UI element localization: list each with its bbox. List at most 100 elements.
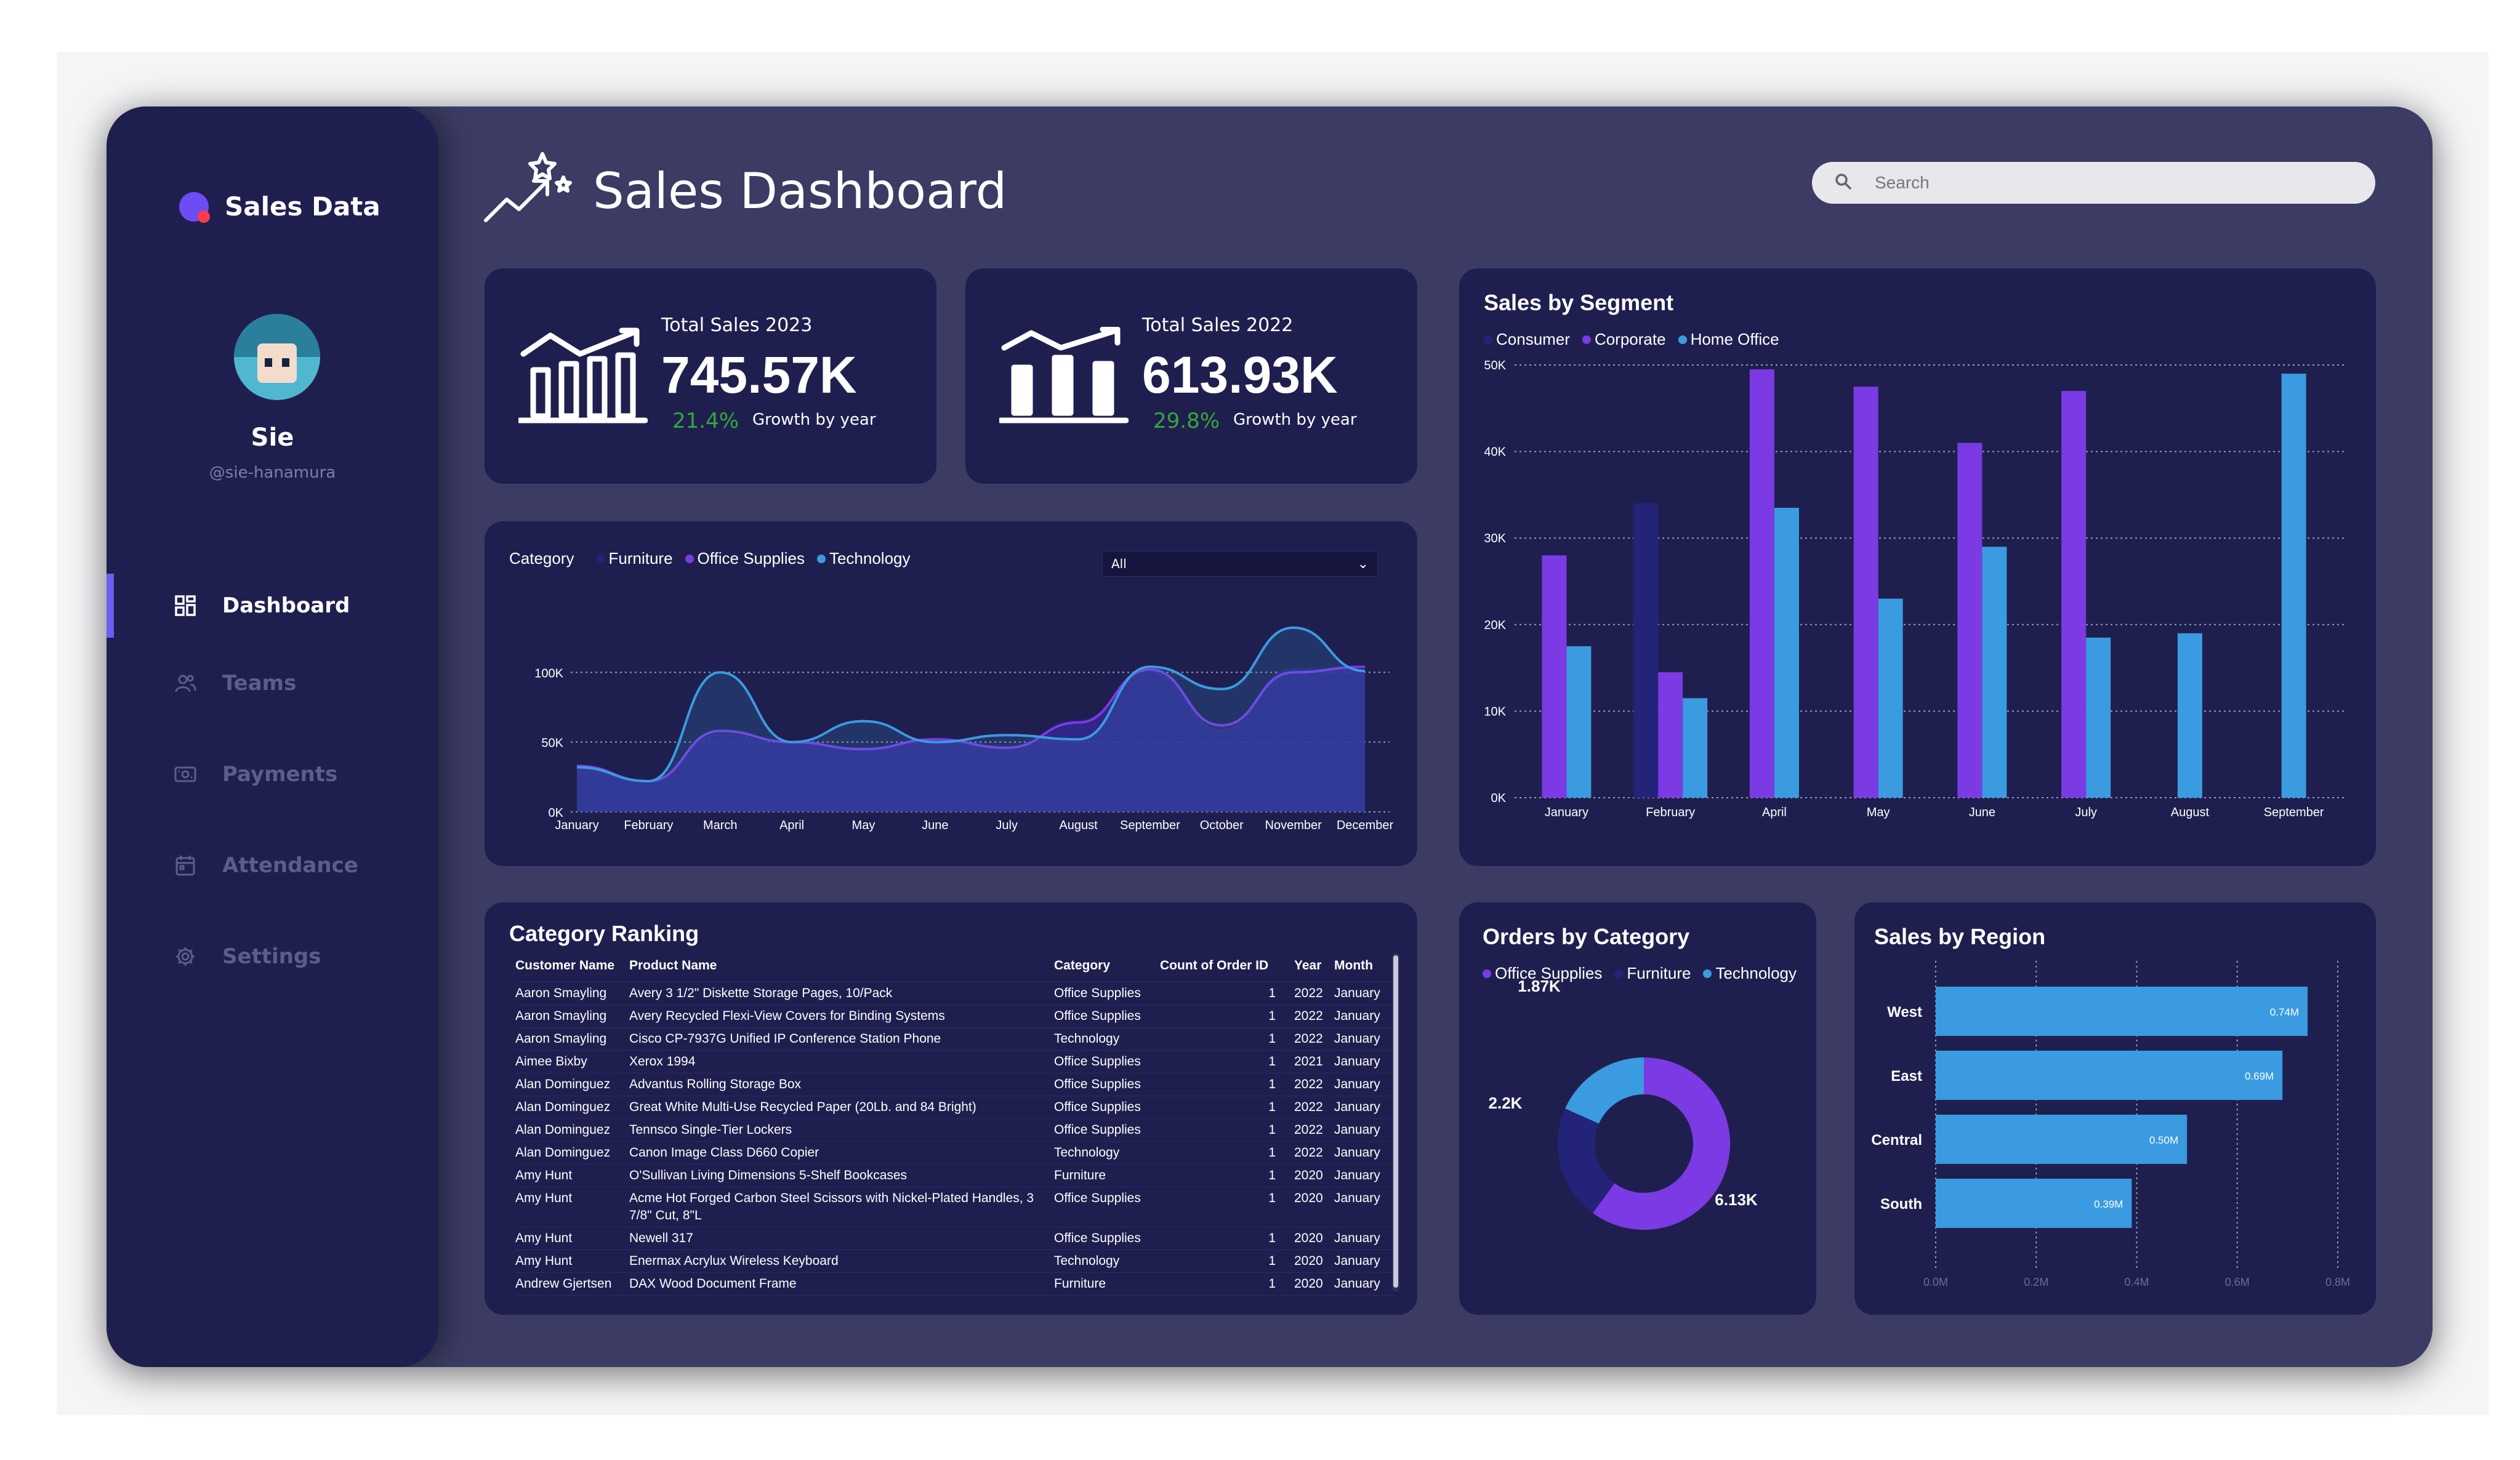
scrollbar-thumb[interactable] [1393,955,1398,1288]
table-row[interactable]: Alan Dominguez Great White Multi-Use Recy… [515,1096,1396,1119]
x-tick-label: 0.8M [2325,1276,2350,1288]
bar-home-office [2281,374,2306,798]
table-row[interactable]: Amy Hunt Acme Hot Forged Carbon Steel Sci… [515,1187,1396,1227]
table-cell: 1 [1268,986,1276,1000]
table-row[interactable]: Andrew Gjertsen DAX Wood Document Frame Fu… [515,1272,1396,1296]
table-cell: January [1334,1168,1380,1182]
table-cell: January [1334,1231,1380,1245]
x-tick-label: December [1337,819,1394,832]
table-row[interactable]: Amy Hunt O'Sullivan Living Dimensions 5-S… [515,1164,1396,1187]
table-cell: Amy Hunt [515,1254,573,1268]
orders-chart-card: Orders by Category Office Supplies Furni… [1459,902,1816,1315]
table-row[interactable]: Andy ReiterOffice Star Flex Back Scooter… [515,1295,1396,1300]
table-cell: 2022 [1294,986,1323,1000]
sidebar-item-dashboard[interactable]: Dashboard [107,547,438,638]
table-cell: Alan Dominguez [515,1123,611,1137]
table-cell: Office Star Flex Back Scooter Chair with… [629,1296,1054,1300]
page-title: Sales Dashboard [593,162,1007,220]
bar-home-office [2177,633,2202,798]
table-cell: Aaron Smayling [515,986,607,1000]
brand[interactable]: Sales Data [179,191,380,223]
donut-slice-technology [1565,1057,1644,1124]
table-cell: January [1334,1100,1380,1114]
table-row[interactable]: Aaron Smayling Avery Recycled Flexi-View … [515,1005,1396,1028]
table-cell: Office Supplies [1054,986,1141,1000]
sidebar-item-payments[interactable]: Payments [107,729,438,820]
table-row[interactable]: Aaron Smayling Cisco CP-7937G Unified IP … [515,1027,1396,1051]
page-header: Sales Dashboard [482,146,1007,235]
table-cell: 2022 [1294,1145,1323,1160]
sidebar-item-teams[interactable]: Teams [107,638,438,729]
table-cell: January [1334,1032,1380,1046]
region-bar [1936,987,2308,1036]
column-header[interactable]: Category [1054,955,1160,982]
region-bar [1936,1051,2283,1100]
column-header[interactable]: Year [1294,955,1334,982]
table-row[interactable]: Alan Dominguez Tennsco Single-Tier Locker… [515,1118,1396,1142]
table-cell: 1 [1268,1032,1276,1046]
segment-bar-plot: 0K 10K 20K 30K 40K 50K January February April May… [1484,359,2346,819]
ranking-table-viewport[interactable]: Customer Name Product Name Category Coun… [515,955,1402,1299]
table-cell: 1 [1160,1296,1294,1300]
x-tick-label: April [779,819,804,832]
user-handle: @sie-hanamura [209,463,336,482]
table-cell: Office Supplies [1054,1054,1141,1069]
y-tick-label: 0K [549,806,564,820]
x-tick-label: February [1646,806,1695,819]
table-cell: Furniture [1054,1277,1106,1291]
table-cell: 1 [1268,1009,1276,1023]
column-header[interactable]: Customer Name [515,955,629,982]
table-row[interactable]: Aaron Smayling Avery 3 1/2" Diskette Stor… [515,982,1396,1005]
table-row[interactable]: Amy Hunt Enermax Acrylux Wireless Keyboar… [515,1249,1396,1273]
sidebar-item-settings[interactable]: Settings [107,911,438,1002]
orders-donut-plot: 6.13K 2.2K 1.87K [1489,977,1758,1230]
table-cell: 2022 [1294,1032,1323,1046]
user-name: Sie [251,423,294,452]
x-tick-label: February [624,819,673,832]
table-cell: Aimee Bixby [515,1054,587,1069]
column-header-sorted[interactable]: Month [1334,955,1396,982]
bar-home-office [1878,598,1903,798]
table-cell: Tennsco Single-Tier Lockers [629,1123,792,1137]
sidebar-item-label: Dashboard [222,593,350,618]
x-tick-label: July [996,819,1018,832]
y-tick-label: 40K [1484,446,1506,459]
category-area-plot: 0K 50K 100K January February March April May Jun… [534,626,1394,832]
data-label: 0.50M [2149,1134,2178,1146]
brand-name: Sales Data [225,191,380,222]
avatar[interactable] [234,314,320,400]
search-input[interactable] [1875,173,2367,193]
kpi-growth-label: Growth by year [752,411,876,429]
column-header[interactable]: Product Name [629,955,1054,982]
table-row[interactable]: Aimee Bixby Xerox 1994 Office Supplies 1 202… [515,1050,1396,1073]
x-tick-label: September [1120,819,1180,832]
column-header[interactable]: Count of Order ID [1160,955,1294,982]
table-row[interactable]: Alan Dominguez Canon Image Class D660 Cop… [515,1141,1396,1165]
table-cell: January [1334,1277,1380,1291]
x-tick-label: 0.0M [1923,1276,1948,1288]
table-cell: 1 [1268,1254,1276,1268]
table-row[interactable]: Alan Dominguez Advantus Rolling Storage B… [515,1073,1396,1096]
table-cell: Aaron Smayling [515,1032,607,1046]
search-bar[interactable] [1812,162,2375,204]
sidebar-nav: Dashboard Teams Payments Attendance Sett… [107,547,438,1002]
ranking-table: Customer Name Product Name Category Coun… [515,955,1396,1299]
users-icon [174,672,196,694]
kpi-value: 613.93K [1142,346,1338,404]
sidebar-item-attendance[interactable]: Attendance [107,820,438,911]
bar-home-office [1774,507,1799,798]
table-cell: Amy Hunt [515,1231,573,1245]
table-cell: Alan Dominguez [515,1145,611,1160]
table-row[interactable]: Amy Hunt Newell 317 Office Supplies 1 2020 Ja… [515,1227,1396,1250]
table-cell: 1 [1268,1145,1276,1160]
table-cell: Canon Image Class D660 Copier [629,1145,819,1160]
category-chart-card: Category Furniture Office Supplies Techn… [485,521,1417,866]
table-cell: Cisco CP-7937G Unified IP Conference Sta… [629,1032,941,1046]
table-cell: 1 [1268,1100,1276,1114]
x-tick-label: July [2075,806,2097,819]
kpi-value: 745.57K [661,346,857,404]
x-tick-label: March [703,819,738,832]
table-cell: Aaron Smayling [515,1009,607,1023]
table-scrollbar[interactable] [1392,953,1399,1291]
table-cell: Office Supplies [1054,1009,1141,1023]
